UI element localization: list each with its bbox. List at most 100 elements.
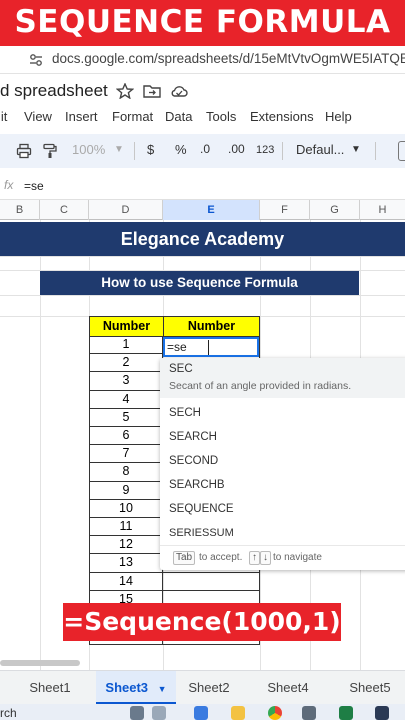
- formula-caption: =Sequence(1000,1): [63, 607, 341, 636]
- doc-title-row: d spreadsheet: [0, 78, 405, 104]
- grid-line: [0, 295, 405, 296]
- terminal-icon[interactable]: [375, 706, 389, 720]
- column-header-h[interactable]: H: [360, 200, 405, 220]
- table-header-e[interactable]: Number: [163, 316, 260, 337]
- taskbar-search-text[interactable]: rch: [0, 706, 17, 720]
- font-size-input[interactable]: [398, 141, 405, 161]
- task-view-icon[interactable]: [130, 706, 144, 720]
- sheet-tab-sheet5[interactable]: Sheet5: [340, 671, 400, 705]
- menu-format[interactable]: Format: [112, 109, 153, 124]
- site-settings-icon[interactable]: [28, 52, 44, 68]
- column-header-c[interactable]: C: [40, 200, 89, 220]
- widgets-icon[interactable]: [152, 706, 166, 720]
- number-cell[interactable]: 2: [89, 354, 163, 373]
- column-header-row: B C D E F G H: [0, 200, 405, 220]
- number-cell[interactable]: 4: [89, 390, 163, 409]
- number-cell[interactable]: 7: [89, 445, 163, 464]
- grid-line: [0, 256, 405, 257]
- menu-help[interactable]: Help: [325, 109, 352, 124]
- autocomplete-item[interactable]: SEARCH: [169, 431, 217, 443]
- chevron-down-icon[interactable]: ▼: [158, 684, 167, 694]
- active-cell-value[interactable]: =se: [167, 340, 187, 354]
- formula-caption-overlay: =Sequence(1000,1): [63, 603, 341, 641]
- sheet-tab-sheet1[interactable]: Sheet1: [18, 671, 82, 705]
- browser-url-bar[interactable]: docs.google.com/spreadsheets/d/15eMtVtvO…: [0, 46, 405, 74]
- menu-extensions[interactable]: Extensions: [250, 109, 314, 124]
- percent-format-button[interactable]: %: [175, 142, 187, 157]
- accept-hint: to accept.: [199, 552, 243, 563]
- academy-title: Elegance Academy: [120, 229, 285, 249]
- sheet-tabs-bar: Sheet1 Sheet3 ▼ Sheet2 Sheet4 Sheet5: [0, 670, 405, 705]
- chrome-icon[interactable]: [268, 706, 282, 720]
- toolbar: 100% ▼ $ % .0 .00 123 Defaul... ▼: [0, 134, 405, 168]
- number-cell[interactable]: 3: [89, 372, 163, 391]
- autocomplete-dropdown: SEC Secant of an angle provided in radia…: [160, 358, 405, 570]
- column-header-b[interactable]: B: [0, 200, 40, 220]
- increase-decimal-button[interactable]: .00: [228, 142, 245, 156]
- zoom-select[interactable]: 100%: [72, 142, 105, 157]
- formula-bar[interactable]: fx =se: [0, 174, 405, 200]
- sheet-tab-label: Sheet3: [105, 680, 149, 695]
- toolbar-divider: [282, 142, 283, 160]
- star-icon[interactable]: [116, 83, 134, 99]
- number-cell[interactable]: 12: [89, 536, 163, 555]
- sheet-tab-sheet2[interactable]: Sheet2: [180, 671, 238, 705]
- subtitle-text: How to use Sequence Formula: [101, 275, 298, 290]
- font-select[interactable]: Defaul...: [296, 142, 344, 157]
- number-cell[interactable]: 8: [89, 463, 163, 482]
- column-header-e[interactable]: E: [163, 200, 260, 220]
- os-taskbar: rch: [0, 704, 405, 720]
- academy-banner-cell[interactable]: Elegance Academy: [0, 222, 405, 256]
- number-cell[interactable]: 13: [89, 554, 163, 573]
- sheet-tab-sheet4[interactable]: Sheet4: [258, 671, 318, 705]
- menu-view[interactable]: View: [24, 109, 52, 124]
- column-header-f[interactable]: F: [260, 200, 310, 220]
- cloud-status-icon[interactable]: [170, 83, 188, 99]
- url-text[interactable]: docs.google.com/spreadsheets/d/15eMtVtvO…: [52, 51, 405, 66]
- font-chevron-icon[interactable]: ▼: [351, 144, 361, 155]
- number-cell[interactable]: 5: [89, 408, 163, 427]
- sheet-grid[interactable]: Elegance Academy How to use Sequence For…: [0, 220, 405, 670]
- number-cell[interactable]: 6: [89, 427, 163, 446]
- formula-input[interactable]: =se: [24, 179, 44, 193]
- menu-tools[interactable]: Tools: [206, 109, 236, 124]
- autocomplete-footer: Tab to accept. ↑ ↓ to navigate: [160, 545, 405, 570]
- autocomplete-item[interactable]: SEQUENCE: [169, 503, 234, 515]
- zoom-chevron-icon[interactable]: ▼: [114, 144, 124, 155]
- decrease-decimal-button[interactable]: .0: [200, 142, 210, 156]
- number-cell[interactable]: 1: [89, 336, 163, 355]
- paint-format-icon[interactable]: [43, 143, 57, 159]
- autocomplete-item-selected[interactable]: SEC Secant of an angle provided in radia…: [160, 358, 405, 398]
- menu-data[interactable]: Data: [165, 109, 192, 124]
- empty-cell[interactable]: [163, 572, 260, 591]
- toolbar-divider: [375, 142, 376, 160]
- column-header-g[interactable]: G: [310, 200, 360, 220]
- video-title-banner: SEQUENCE FORMULA: [0, 0, 405, 46]
- autocomplete-item[interactable]: SERIESSUM: [169, 527, 234, 539]
- menu-edit[interactable]: lit: [0, 109, 7, 124]
- doc-title[interactable]: d spreadsheet: [0, 81, 108, 101]
- more-formats-button[interactable]: 123: [256, 144, 274, 156]
- menu-insert[interactable]: Insert: [65, 109, 98, 124]
- number-cell[interactable]: 14: [89, 572, 163, 591]
- navigate-hint: to navigate: [273, 552, 322, 563]
- copilot-icon[interactable]: [194, 706, 208, 720]
- number-cell[interactable]: 11: [89, 518, 163, 537]
- move-folder-icon[interactable]: [143, 83, 161, 99]
- file-explorer-icon[interactable]: [231, 706, 245, 720]
- subtitle-cell[interactable]: How to use Sequence Formula: [40, 271, 359, 295]
- app-icon[interactable]: [302, 706, 316, 720]
- print-icon[interactable]: [16, 143, 32, 159]
- currency-format-button[interactable]: $: [147, 142, 154, 157]
- sheet-tab-sheet3[interactable]: Sheet3 ▼: [96, 671, 176, 705]
- autocomplete-item[interactable]: SECOND: [169, 455, 218, 467]
- table-header-d[interactable]: Number: [89, 316, 164, 337]
- autocomplete-item[interactable]: SEARCHB: [169, 479, 225, 491]
- column-header-d[interactable]: D: [89, 200, 163, 220]
- up-arrow-key-icon: ↑: [249, 551, 260, 565]
- number-cell[interactable]: 9: [89, 481, 163, 500]
- horizontal-scrollbar[interactable]: [0, 660, 80, 666]
- excel-icon[interactable]: [339, 706, 353, 720]
- number-cell[interactable]: 10: [89, 499, 163, 518]
- autocomplete-item[interactable]: SECH: [169, 407, 201, 419]
